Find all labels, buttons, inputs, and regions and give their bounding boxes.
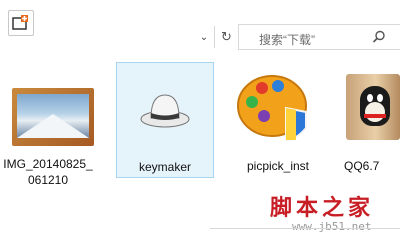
qq-penguin-icon	[346, 74, 400, 140]
photo-thumbnail	[12, 88, 94, 146]
file-item-keymaker[interactable]: keymaker	[116, 62, 214, 178]
refresh-icon: ↻	[221, 29, 232, 44]
file-label: keymaker	[138, 160, 191, 174]
file-label[interactable]: QQ6.7	[344, 158, 400, 174]
file-label: picpick_inst	[246, 159, 310, 173]
search-placeholder: 搜索“下载”	[259, 33, 315, 47]
new-folder-button[interactable]	[8, 10, 34, 36]
paint-palette-shield-icon	[237, 75, 307, 142]
watermark-url: www.jb51.net	[292, 220, 372, 233]
file-label: IMG_20140825_	[3, 157, 93, 171]
refresh-button[interactable]: ↻	[214, 26, 238, 48]
divider	[210, 228, 400, 229]
search-icon[interactable]	[372, 30, 386, 44]
file-item-img[interactable]: IMG_20140825_ 061210	[0, 62, 96, 187]
watermark-text: 脚本之家	[270, 195, 375, 221]
white-hat-icon	[140, 94, 190, 128]
file-item-picpick[interactable]: picpick_inst	[230, 62, 326, 182]
chevron-down-icon[interactable]: ⌄	[196, 30, 212, 46]
file-label-line2: 061210	[27, 173, 69, 187]
new-folder-icon	[12, 15, 28, 30]
